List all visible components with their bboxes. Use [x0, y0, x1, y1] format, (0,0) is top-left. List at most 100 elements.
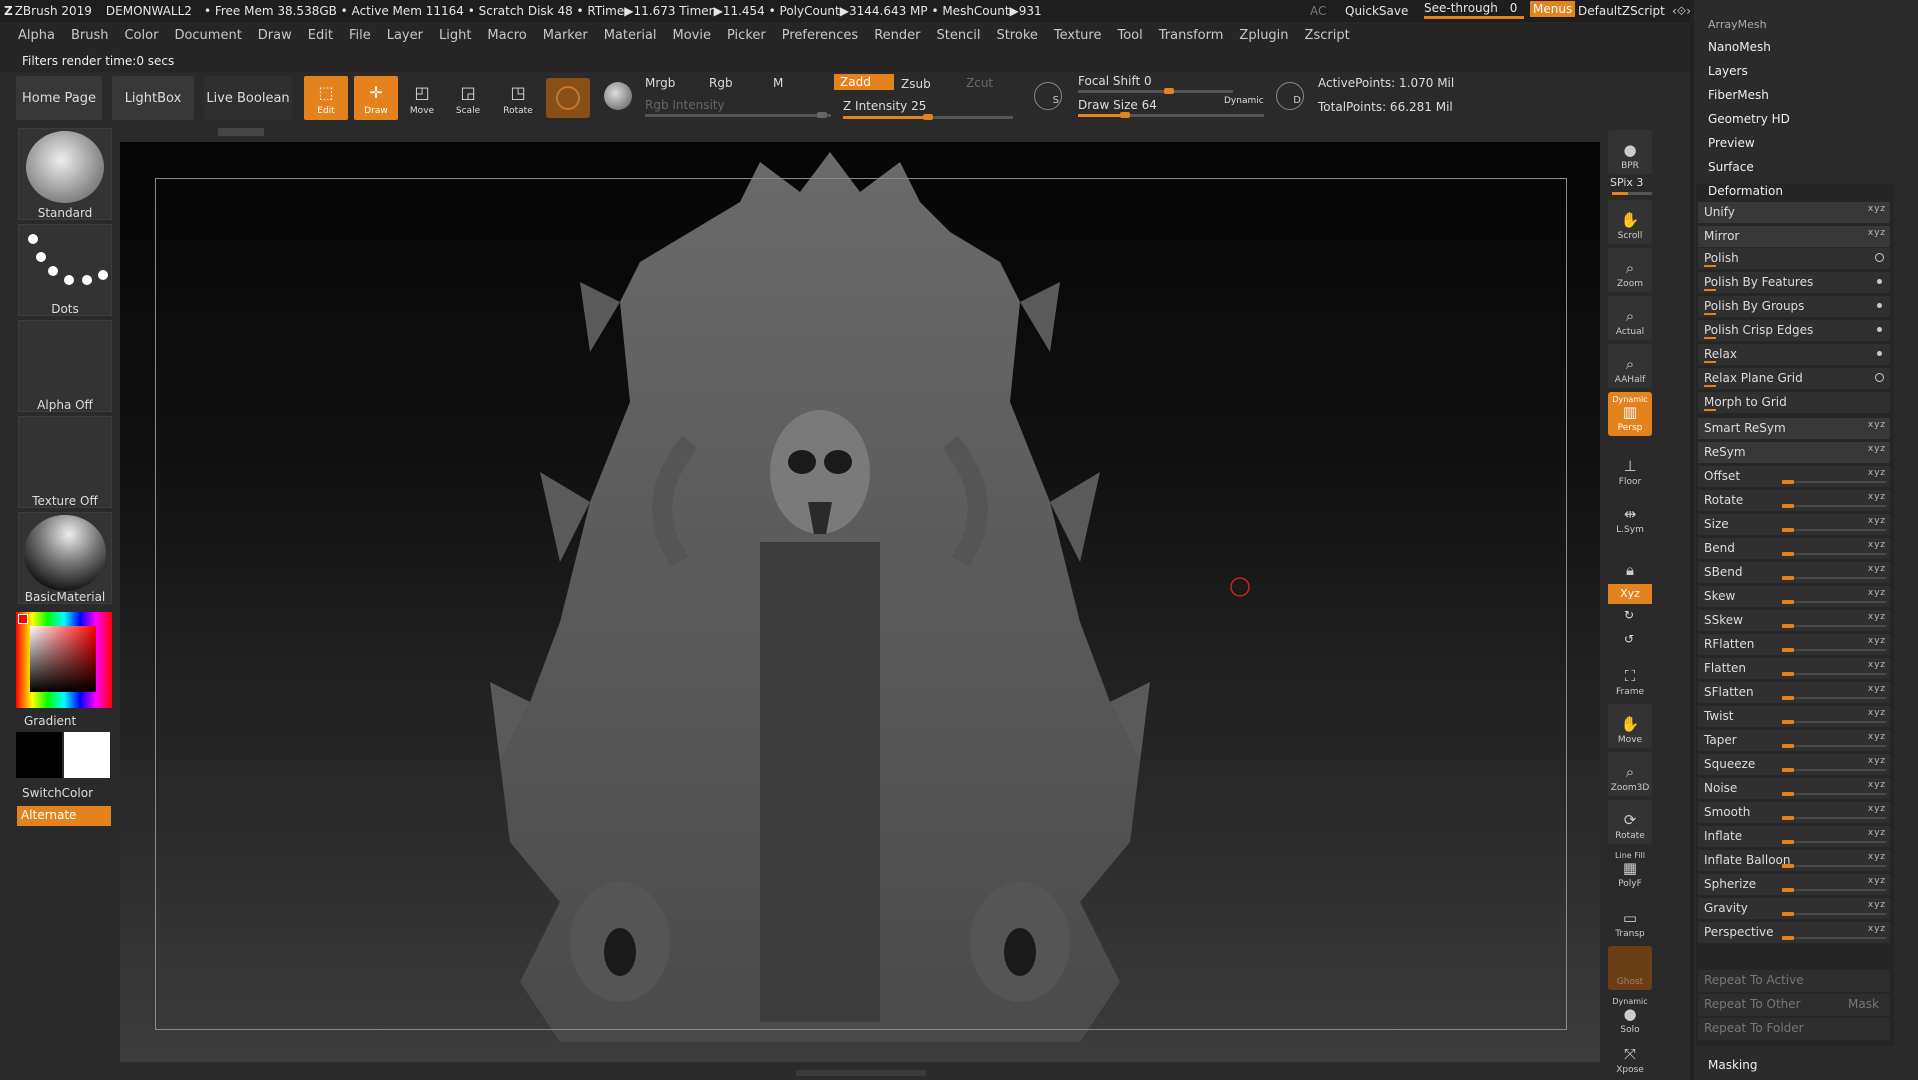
rotate-z-icon[interactable]: ↺: [1624, 632, 1634, 646]
menu-edit[interactable]: Edit: [300, 22, 341, 50]
deform-slider-knob[interactable]: [1782, 696, 1794, 700]
deform-slider[interactable]: [1782, 648, 1886, 652]
xyz-axis-toggle[interactable]: x y z: [1868, 204, 1885, 214]
lightbox-button[interactable]: LightBox: [112, 76, 194, 120]
deform-slider[interactable]: [1782, 936, 1886, 940]
deform-slider-knob[interactable]: [1782, 840, 1794, 844]
deform-slider-knob[interactable]: [1782, 504, 1794, 508]
xyz-axis-toggle[interactable]: x y z: [1868, 900, 1885, 910]
menu-movie[interactable]: Movie: [665, 22, 719, 50]
deform-slider[interactable]: [1782, 912, 1886, 916]
xyz-axis-toggle[interactable]: x y z: [1868, 612, 1885, 622]
arrows-icon[interactable]: ‹⟐›: [1672, 4, 1691, 19]
zsub-toggle[interactable]: Zsub: [901, 77, 931, 91]
secondary-color-swatch[interactable]: [64, 732, 110, 778]
rotate-y-icon[interactable]: ↻: [1624, 608, 1634, 622]
spix-slider[interactable]: [1612, 192, 1652, 195]
menu-transform[interactable]: Transform: [1151, 22, 1232, 50]
deform-sflatten[interactable]: SFlatten x y z: [1698, 682, 1890, 704]
deformation-header[interactable]: Deformation: [1708, 184, 1783, 198]
z-intensity-slider[interactable]: [843, 114, 1013, 120]
xyz-axis-toggle[interactable]: x y z: [1868, 684, 1885, 694]
deform-sskew[interactable]: SSkew x y z: [1698, 610, 1890, 632]
deform-slider-knob[interactable]: [1782, 528, 1794, 532]
dynamic-d-button[interactable]: D: [1276, 82, 1304, 110]
zadd-toggle[interactable]: Zadd: [834, 74, 894, 90]
deform-unify[interactable]: Unify x y z: [1698, 202, 1890, 224]
tray-section-layers[interactable]: Layers: [1708, 64, 1748, 78]
repeat-to-other-button[interactable]: Repeat To Other Mask: [1698, 994, 1890, 1016]
xyz-axis-toggle[interactable]: x y z: [1868, 588, 1885, 598]
deform-slider-knob[interactable]: [1782, 720, 1794, 724]
xyz-axis-toggle[interactable]: x y z: [1868, 780, 1885, 790]
z-intensity-knob[interactable]: [923, 114, 933, 120]
circle-icon[interactable]: [1875, 373, 1884, 382]
deform-rotate[interactable]: Rotate x y z: [1698, 490, 1890, 512]
deform-smart-resym[interactable]: Smart ReSym x y z: [1698, 418, 1890, 440]
draw-size-knob[interactable]: [1120, 112, 1130, 118]
draw-button[interactable]: ✛ Draw: [354, 76, 398, 120]
deform-rflatten[interactable]: RFlatten x y z: [1698, 634, 1890, 656]
deform-slider[interactable]: [1782, 744, 1886, 748]
doc-scroll-knob[interactable]: [218, 128, 264, 136]
menu-stencil[interactable]: Stencil: [928, 22, 988, 50]
masking-header[interactable]: Masking: [1708, 1058, 1757, 1072]
sphere-material-icon[interactable]: [604, 82, 632, 110]
deform-slider-knob[interactable]: [1782, 864, 1794, 868]
lsym-button[interactable]: ⇹ L.Sym: [1608, 494, 1652, 538]
deform-slider[interactable]: [1782, 768, 1886, 772]
menu-file[interactable]: File: [341, 22, 379, 50]
xyz-axis-toggle[interactable]: x y z: [1868, 444, 1885, 454]
deform-morph-to-grid[interactable]: Morph to Grid: [1698, 392, 1890, 414]
solo-button[interactable]: Dynamic ● Solo: [1608, 994, 1652, 1038]
scale-button[interactable]: ◲ Scale: [446, 76, 490, 120]
deform-smooth[interactable]: Smooth x y z: [1698, 802, 1890, 824]
dot-icon[interactable]: [1877, 351, 1882, 356]
deform-spherize[interactable]: Spherize x y z: [1698, 874, 1890, 896]
dynamic-label[interactable]: Dynamic: [1224, 96, 1264, 106]
xyz-axis-toggle[interactable]: x y z: [1868, 660, 1885, 670]
menu-light[interactable]: Light: [431, 22, 479, 50]
quicksave-button[interactable]: QuickSave: [1345, 4, 1408, 18]
xyz-axis-toggle[interactable]: x y z: [1868, 924, 1885, 934]
tray-section-surface[interactable]: Surface: [1708, 160, 1754, 174]
deform-sbend[interactable]: SBend x y z: [1698, 562, 1890, 584]
lazy-s-button[interactable]: S: [1034, 82, 1062, 110]
menu-zscript[interactable]: Zscript: [1297, 22, 1358, 50]
deform-slider[interactable]: [1782, 528, 1886, 532]
polyf-button[interactable]: Line Fill ▦ PolyF: [1608, 848, 1652, 892]
xyz-axis-toggle[interactable]: x y z: [1868, 876, 1885, 886]
menu-zplugin[interactable]: Zplugin: [1231, 22, 1296, 50]
deform-polish-by-features[interactable]: Polish By Features: [1698, 272, 1890, 294]
deform-slider[interactable]: [1782, 864, 1886, 868]
zoom3d-button[interactable]: ⌕ Zoom3D: [1608, 752, 1652, 796]
main-color-swatch[interactable]: [16, 732, 62, 778]
deform-slider-knob[interactable]: [1782, 936, 1794, 940]
xyz-axis-toggle[interactable]: x y z: [1868, 852, 1885, 862]
deform-polish-by-groups[interactable]: Polish By Groups: [1698, 296, 1890, 318]
deform-slider-knob[interactable]: [1782, 912, 1794, 916]
move-button[interactable]: ◰ Move: [400, 76, 444, 120]
deform-noise[interactable]: Noise x y z: [1698, 778, 1890, 800]
deform-slider[interactable]: [1782, 720, 1886, 724]
deform-slider[interactable]: [1782, 480, 1886, 484]
deform-resym[interactable]: ReSym x y z: [1698, 442, 1890, 464]
move-view-button[interactable]: ✋ Move: [1608, 704, 1652, 748]
deform-slider-knob[interactable]: [1782, 768, 1794, 772]
switch-color-button[interactable]: SwitchColor: [0, 786, 130, 800]
zcut-toggle[interactable]: Zcut: [966, 76, 993, 90]
color-picker-hue[interactable]: [16, 612, 112, 708]
color-picker-square[interactable]: [30, 626, 96, 692]
deform-size[interactable]: Size x y z: [1698, 514, 1890, 536]
menu-picker[interactable]: Picker: [719, 22, 774, 50]
xyz-axis-toggle[interactable]: x y z: [1868, 540, 1885, 550]
repeat-to-folder-button[interactable]: Repeat To Folder: [1698, 1018, 1890, 1040]
xyz-axis-toggle[interactable]: x y z: [1868, 468, 1885, 478]
menu-render[interactable]: Render: [866, 22, 928, 50]
m-toggle[interactable]: M: [773, 76, 783, 90]
menu-document[interactable]: Document: [166, 22, 249, 50]
deform-slider[interactable]: [1782, 696, 1886, 700]
deform-slider-knob[interactable]: [1782, 672, 1794, 676]
xyz-button[interactable]: Xyz: [1608, 584, 1652, 604]
xyz-axis-toggle[interactable]: x y z: [1868, 228, 1885, 238]
